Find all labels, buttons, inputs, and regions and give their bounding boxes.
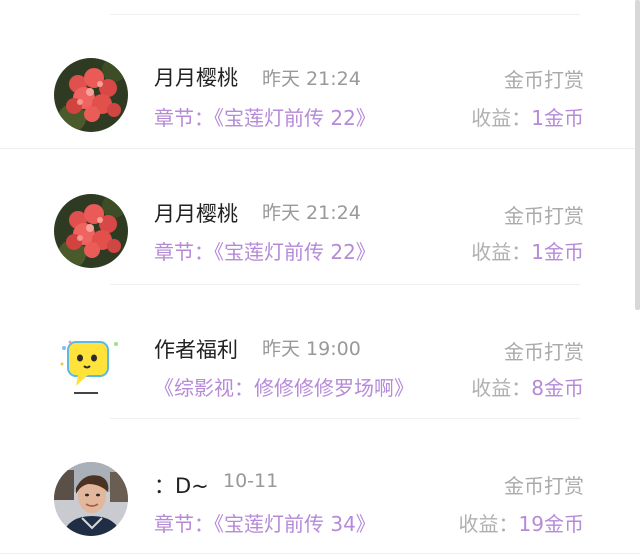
income-value: 1金币 [531,240,584,264]
reward-item[interactable]: ：D~ 10-11 章节：《宝莲灯前传 34》 金币打赏 收益：19金币 [0,420,640,554]
scrollbar[interactable] [635,0,640,310]
income-label: 收益： [471,376,532,400]
timestamp: 昨天 21:24 [262,68,361,90]
income-value: 19金币 [518,512,584,536]
income-label: 收益： [458,512,519,536]
yellow-speech-bubble-avatar[interactable] [54,328,128,402]
income-value: 8金币 [531,376,584,400]
income-label: 收益： [471,106,532,130]
income: 收益：8金币 [471,372,584,401]
sender-name: 作者福利 [154,338,238,362]
chapter-link[interactable]: 《综影视：修修修修罗场啊》 [154,372,414,401]
reward-record-list: 月月樱桃 昨天 21:24 章节：《宝莲灯前传 22》 金币打赏 收益：1金币 [0,0,640,560]
sender-name: 月月樱桃 [154,66,238,90]
reward-item[interactable]: 月月樱桃 昨天 21:24 章节：《宝莲灯前传 22》 金币打赏 收益：1金币 [0,148,640,282]
timestamp: 10-11 [223,470,279,492]
income-value: 1金币 [531,106,584,130]
income: 收益：19金币 [459,508,584,537]
person-photo-avatar[interactable] [54,462,128,536]
reward-type: 金币打赏 [504,68,584,92]
chapter-link[interactable]: 章节：《宝莲灯前传 22》 [154,236,376,265]
red-flower-avatar[interactable] [54,194,128,268]
reward-item[interactable]: 月月樱桃 昨天 21:24 章节：《宝莲灯前传 22》 金币打赏 收益：1金币 [0,14,640,148]
income: 收益：1金币 [471,102,584,131]
income: 收益：1金币 [471,236,584,265]
sender-name: 月月樱桃 [154,202,238,226]
reward-type: 金币打赏 [504,204,584,228]
divider [0,553,640,554]
timestamp: 昨天 19:00 [262,338,361,360]
reward-item[interactable]: 作者福利 昨天 19:00 《综影视：修修修修罗场啊》 金币打赏 收益：8金币 [0,284,640,418]
divider [110,418,580,419]
timestamp: 昨天 21:24 [262,202,361,224]
red-flower-avatar[interactable] [54,58,128,132]
sender-name: ：D~ [154,474,209,498]
chapter-link[interactable]: 章节：《宝莲灯前传 22》 [154,102,376,131]
reward-type: 金币打赏 [504,474,584,498]
income-label: 收益： [471,240,532,264]
reward-type: 金币打赏 [504,340,584,364]
chapter-link[interactable]: 章节：《宝莲灯前传 34》 [154,508,376,537]
